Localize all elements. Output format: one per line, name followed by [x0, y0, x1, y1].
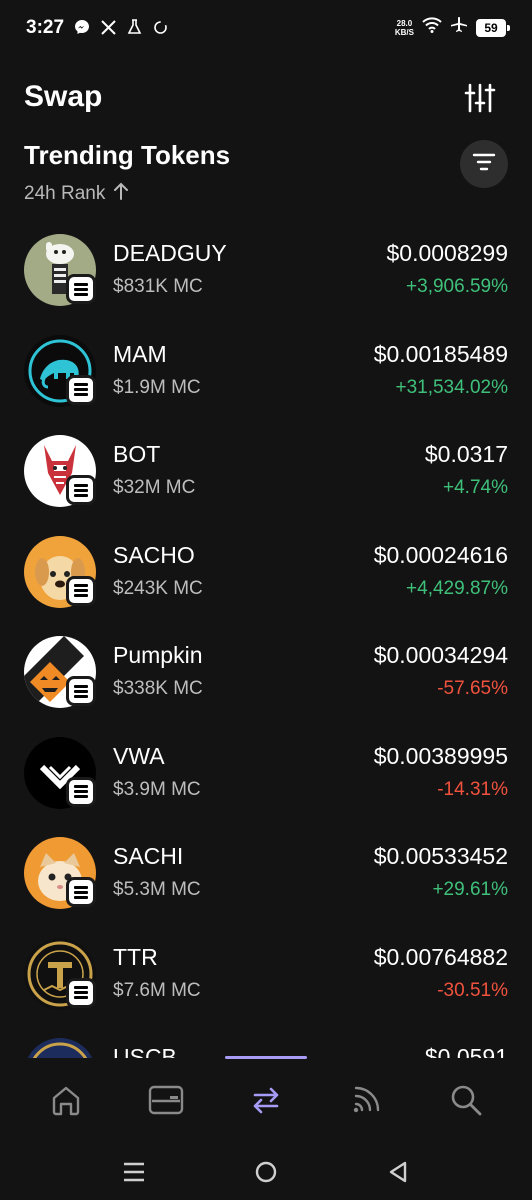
filter-button[interactable] [460, 140, 508, 188]
token-change: -30.51% [437, 979, 508, 1001]
page-title: Swap [24, 80, 103, 113]
solana-chain-icon [66, 977, 96, 1008]
token-name: VWA [113, 742, 165, 769]
token-change: -57.65% [437, 678, 508, 699]
token-row-mam[interactable]: MAM $1.9M MC $0.00185489 +31,534.02% [0, 331, 532, 432]
solana-chain-icon [66, 374, 96, 405]
messenger-icon [74, 19, 90, 35]
swap-icon[interactable] [246, 1080, 286, 1120]
token-price: $0.0317 [424, 441, 508, 467]
net-speed-unit: KB/S [394, 27, 414, 37]
flask-icon [126, 19, 142, 35]
net-speed: 28.0 KB/S [395, 19, 414, 37]
token-change: -14.31% [437, 778, 508, 800]
token-row-pumpkin[interactable]: Pumpkin $338K MC $0.00034294 -57.65% [0, 632, 532, 733]
net-speed-value: 28.0 [396, 18, 413, 28]
token-change: +3,906.59% [406, 276, 508, 297]
token-name: SACHI [113, 843, 184, 869]
sort-toggle[interactable]: 24h Rank [24, 182, 129, 206]
token-price: $0.0591 [424, 1044, 508, 1058]
token-change: +29.61% [432, 879, 508, 900]
token-row-ttr[interactable]: TTR $7.6M MC $0.00764882 -30.51% [0, 934, 532, 1035]
token-market-cap: $3.9M MC [113, 778, 201, 800]
token-price: $0.00764882 [373, 943, 508, 970]
section-title: Trending Tokens [24, 140, 231, 170]
token-market-cap: $243K MC [113, 577, 203, 599]
sort-label: 24h Rank [24, 183, 106, 204]
solana-chain-icon [66, 475, 96, 505]
sync-icon [152, 19, 168, 35]
token-name: MAM [113, 340, 167, 367]
feed-icon[interactable] [346, 1080, 386, 1120]
token-price: $0.0008299 [386, 240, 508, 266]
token-name: USCB [113, 1044, 177, 1058]
sliders-icon[interactable] [464, 82, 496, 114]
token-name: BOT [113, 441, 161, 467]
solana-chain-icon [66, 575, 96, 606]
search-icon[interactable] [446, 1080, 486, 1120]
token-market-cap: $32M MC [113, 477, 196, 498]
token-name: DEADGUY [113, 240, 227, 266]
token-row-bot[interactable]: BOT $32M MC $0.0317 +4.74% [0, 431, 532, 532]
status-notification-icons [74, 19, 168, 35]
token-row-uscb[interactable]: USCB $0.0591 [0, 1034, 532, 1058]
airplane-icon [450, 16, 468, 39]
token-list: DEADGUY $831K MC $0.0008299 +3,906.59% M… [0, 230, 532, 1058]
filter-icon [472, 152, 496, 177]
solana-chain-icon [66, 776, 96, 807]
token-change: +4.74% [443, 477, 508, 498]
token-name: Pumpkin [113, 642, 203, 668]
token-market-cap: $338K MC [113, 678, 203, 699]
token-change: +4,429.87% [406, 577, 508, 599]
wifi-icon [422, 17, 442, 38]
token-market-cap: $1.9M MC [113, 376, 201, 398]
x-icon [100, 19, 116, 35]
token-market-cap: $5.3M MC [113, 879, 201, 900]
token-row-deadguy[interactable]: DEADGUY $831K MC $0.0008299 +3,906.59% [0, 230, 532, 331]
token-price: $0.00185489 [373, 340, 508, 367]
battery-icon: 59 [476, 18, 510, 37]
token-price: $0.00533452 [373, 843, 508, 869]
status-bar: 3:27 28.0 KB/S 59 [0, 0, 532, 58]
token-row-sacho[interactable]: SACHO $243K MC $0.00024616 +4,429.87% [0, 532, 532, 633]
token-market-cap: $831K MC [113, 276, 203, 297]
token-row-vwa[interactable]: VWA $3.9M MC $0.00389995 -14.31% [0, 733, 532, 834]
token-price: $0.00034294 [373, 642, 508, 668]
wallet-icon[interactable] [146, 1080, 186, 1120]
home-button-icon[interactable] [252, 1158, 280, 1186]
uscb-avatar [24, 1038, 96, 1058]
status-system-icons: 28.0 KB/S 59 [395, 16, 510, 39]
arrow-up-icon [113, 182, 129, 206]
token-row-sachi[interactable]: SACHI $5.3M MC $0.00533452 +29.61% [0, 833, 532, 934]
status-time: 3:27 [26, 17, 65, 38]
system-nav-bar [0, 1142, 532, 1200]
token-price: $0.00024616 [373, 541, 508, 568]
active-tab-indicator [225, 1056, 307, 1059]
token-name: SACHO [113, 541, 195, 568]
bottom-nav [0, 1056, 532, 1142]
back-icon[interactable] [384, 1158, 412, 1186]
recents-icon[interactable] [120, 1158, 148, 1186]
token-name: TTR [113, 943, 158, 970]
solana-chain-icon [66, 274, 96, 304]
token-change: +31,534.02% [395, 376, 508, 398]
solana-chain-icon [66, 676, 96, 706]
token-market-cap: $7.6M MC [113, 979, 201, 1001]
solana-chain-icon [66, 877, 96, 907]
token-price: $0.00389995 [373, 742, 508, 769]
home-icon[interactable] [46, 1080, 86, 1120]
